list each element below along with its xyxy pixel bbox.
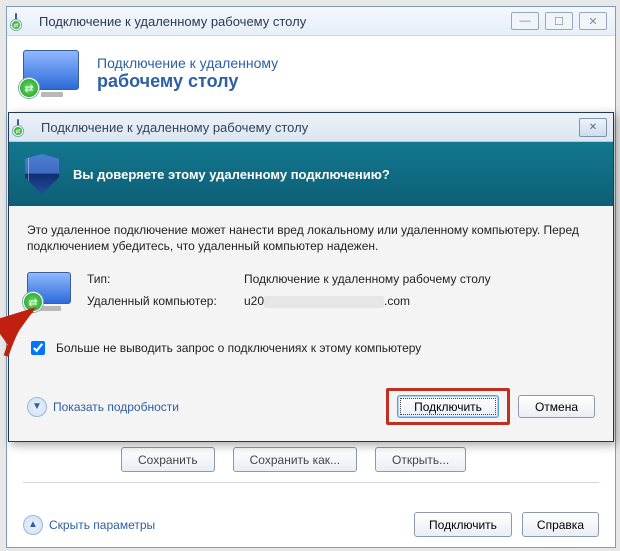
hero: ⇄ Подключение к удаленному рабочему стол… [23, 50, 599, 96]
parent-footer: ▲ Скрыть параметры Подключить Справка [23, 512, 599, 537]
dialog-banner: Вы доверяете этому удаленному подключени… [9, 142, 613, 206]
minimize-icon[interactable]: — [511, 12, 539, 30]
show-details-expander[interactable]: ▼ Показать подробности [27, 397, 179, 417]
trust-dialog: ⇄ Подключение к удаленному рабочему стол… [8, 112, 614, 442]
parent-connect-button[interactable]: Подключить [414, 512, 512, 537]
connect-highlight-box: Подключить [386, 388, 510, 425]
parent-title: Подключение к удаленному рабочему столу [39, 14, 306, 29]
parent-titlebar: ⇄ Подключение к удаленному рабочему стол… [7, 7, 615, 36]
help-button[interactable]: Справка [522, 512, 599, 537]
dont-ask-checkbox[interactable] [31, 341, 45, 355]
dialog-titlebar: ⇄ Подключение к удаленному рабочему стол… [9, 113, 613, 142]
open-button[interactable]: Открыть... [375, 447, 466, 472]
dont-ask-label: Больше не выводить запрос о подключениях… [56, 341, 421, 355]
save-as-button[interactable]: Сохранить как... [233, 447, 357, 472]
hero-line1: Подключение к удаленному [97, 55, 278, 71]
maximize-icon[interactable]: ☐ [545, 12, 573, 30]
dialog-close-button[interactable]: ✕ [579, 118, 607, 137]
dialog-app-icon: ⇄ [17, 119, 33, 135]
type-value: Подключение к удаленному рабочему столу [244, 272, 595, 286]
cancel-button[interactable]: Отмена [518, 395, 595, 418]
host-value: u20.com [244, 294, 595, 308]
hide-params-label: Скрыть параметры [49, 518, 155, 532]
show-details-label: Показать подробности [53, 400, 179, 414]
save-button[interactable]: Сохранить [121, 447, 215, 472]
hero-line2: рабочему столу [97, 71, 278, 92]
parent-button-row: Сохранить Сохранить как... Открыть... [23, 436, 599, 483]
host-label: Удаленный компьютер: [87, 294, 232, 308]
type-label: Тип: [87, 272, 232, 286]
app-icon: ⇄ [15, 13, 31, 29]
hide-params-expander[interactable]: ▲ Скрыть параметры [23, 515, 155, 535]
connect-button[interactable]: Подключить [397, 395, 499, 418]
monitor-icon: ⇄ [23, 50, 81, 96]
dialog-description: Это удаленное подключение может нанести … [27, 222, 595, 254]
dialog-title: Подключение к удаленному рабочему столу [41, 120, 308, 135]
chevron-up-icon: ▲ [23, 515, 43, 535]
close-icon[interactable]: ✕ [579, 12, 607, 30]
shield-icon [25, 154, 59, 194]
redacted-host [264, 296, 384, 308]
chevron-down-icon: ▼ [27, 397, 47, 417]
dialog-question: Вы доверяете этому удаленному подключени… [73, 167, 390, 182]
monitor-icon-small: ⇄ [27, 272, 73, 310]
